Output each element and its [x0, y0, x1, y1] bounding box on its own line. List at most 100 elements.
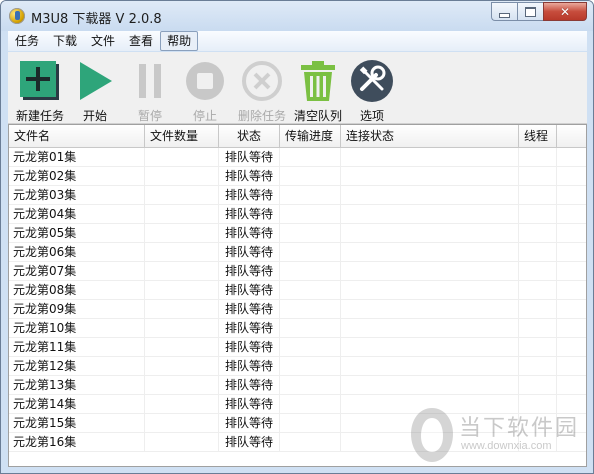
cell-connection	[341, 338, 519, 356]
cell-threads	[519, 167, 557, 185]
table-row[interactable]: 元龙第06集 排队等待	[9, 243, 586, 262]
delete-task-icon	[239, 58, 285, 104]
close-button[interactable]: ✕	[543, 2, 587, 21]
cell-connection	[341, 376, 519, 394]
table-row[interactable]: 元龙第07集 排队等待	[9, 262, 586, 281]
cell-file-count	[145, 319, 219, 337]
table-row[interactable]: 元龙第08集 排队等待	[9, 281, 586, 300]
cell-threads	[519, 186, 557, 204]
menu-help[interactable]: 帮助	[160, 31, 199, 51]
cell-file-count	[145, 414, 219, 432]
maximize-button[interactable]	[517, 2, 543, 21]
close-icon: ✕	[559, 4, 571, 19]
clear-queue-button[interactable]: 清空队列	[290, 52, 346, 123]
cell-file-count	[145, 395, 219, 413]
options-label: 选项	[359, 109, 384, 123]
table-row[interactable]: 元龙第01集 排队等待	[9, 148, 586, 167]
window-title: M3U8 下载器 V 2.0.8	[31, 12, 162, 27]
cell-progress	[280, 395, 341, 413]
cell-status: 排队等待	[219, 376, 280, 394]
cell-threads	[519, 357, 557, 375]
stop-label: 停止	[192, 109, 217, 123]
cell-connection	[341, 224, 519, 242]
toolbar: 新建任务 开始 暂停 停止 删除任务 清空队列 选项	[8, 52, 587, 124]
watermark-url: www.downxia.com	[461, 440, 552, 452]
cell-progress	[280, 167, 341, 185]
cell-progress	[280, 205, 341, 223]
cell-status: 排队等待	[219, 148, 280, 166]
table-row[interactable]: 元龙第12集 排队等待	[9, 357, 586, 376]
column-file-count[interactable]: 文件数量	[145, 125, 219, 147]
table-row[interactable]: 元龙第09集 排队等待	[9, 300, 586, 319]
cell-filename: 元龙第14集	[9, 395, 145, 413]
cell-filename: 元龙第05集	[9, 224, 145, 242]
cell-file-count	[145, 205, 219, 223]
table-row[interactable]: 元龙第10集 排队等待	[9, 319, 586, 338]
cell-connection	[341, 148, 519, 166]
column-filename[interactable]: 文件名	[9, 125, 145, 147]
cell-status: 排队等待	[219, 433, 280, 451]
cell-connection	[341, 300, 519, 318]
cell-file-count	[145, 433, 219, 451]
table-row[interactable]: 元龙第03集 排队等待	[9, 186, 586, 205]
cell-progress	[280, 281, 341, 299]
cell-progress	[280, 243, 341, 261]
cell-progress	[280, 338, 341, 356]
watermark-logo-icon	[411, 408, 453, 462]
column-progress[interactable]: 传输进度	[280, 125, 341, 147]
cell-connection	[341, 357, 519, 375]
cell-status: 排队等待	[219, 395, 280, 413]
table-row[interactable]: 元龙第05集 排队等待	[9, 224, 586, 243]
cell-filename: 元龙第08集	[9, 281, 145, 299]
cell-file-count	[145, 262, 219, 280]
minimize-button[interactable]	[491, 2, 517, 21]
cell-progress	[280, 319, 341, 337]
delete-task-button[interactable]: 删除任务	[234, 52, 290, 123]
table-row[interactable]: 元龙第04集 排队等待	[9, 205, 586, 224]
column-threads[interactable]: 线程	[519, 125, 557, 147]
menu-view[interactable]: 查看	[122, 32, 160, 50]
table-row[interactable]: 元龙第11集 排队等待	[9, 338, 586, 357]
title-bar[interactable]: M3U8 下载器 V 2.0.8 ✕	[1, 1, 593, 31]
menu-file[interactable]: 文件	[84, 32, 122, 50]
cell-file-count	[145, 148, 219, 166]
new-task-icon	[17, 58, 63, 104]
cell-connection	[341, 167, 519, 185]
cell-filename: 元龙第09集	[9, 300, 145, 318]
list-header: 文件名 文件数量 状态 传输进度 连接状态 线程	[9, 125, 586, 148]
start-button[interactable]: 开始	[67, 52, 123, 123]
trash-icon	[295, 58, 341, 104]
table-row[interactable]: 元龙第13集 排队等待	[9, 376, 586, 395]
cell-filename: 元龙第13集	[9, 376, 145, 394]
cell-threads	[519, 376, 557, 394]
column-status[interactable]: 状态	[219, 125, 280, 147]
stop-button[interactable]: 停止	[177, 52, 233, 123]
new-task-button[interactable]: 新建任务	[12, 52, 68, 123]
column-connection[interactable]: 连接状态	[341, 125, 519, 147]
pause-button[interactable]: 暂停	[122, 52, 178, 123]
cell-status: 排队等待	[219, 357, 280, 375]
tools-icon	[349, 58, 395, 104]
table-row[interactable]: 元龙第02集 排队等待	[9, 167, 586, 186]
cell-threads	[519, 148, 557, 166]
cell-filename: 元龙第16集	[9, 433, 145, 451]
cell-progress	[280, 414, 341, 432]
cell-filename: 元龙第12集	[9, 357, 145, 375]
cell-file-count	[145, 167, 219, 185]
cell-connection	[341, 319, 519, 337]
options-button[interactable]: 选项	[344, 52, 400, 123]
cell-status: 排队等待	[219, 224, 280, 242]
cell-filename: 元龙第01集	[9, 148, 145, 166]
cell-filename: 元龙第11集	[9, 338, 145, 356]
menu-task[interactable]: 任务	[8, 32, 46, 50]
cell-status: 排队等待	[219, 319, 280, 337]
cell-filename: 元龙第15集	[9, 414, 145, 432]
pause-icon	[127, 58, 173, 104]
cell-status: 排队等待	[219, 205, 280, 223]
delete-task-label: 删除任务	[237, 109, 286, 123]
cell-connection	[341, 205, 519, 223]
cell-filename: 元龙第04集	[9, 205, 145, 223]
cell-file-count	[145, 243, 219, 261]
cell-file-count	[145, 338, 219, 356]
menu-download[interactable]: 下载	[46, 32, 84, 50]
